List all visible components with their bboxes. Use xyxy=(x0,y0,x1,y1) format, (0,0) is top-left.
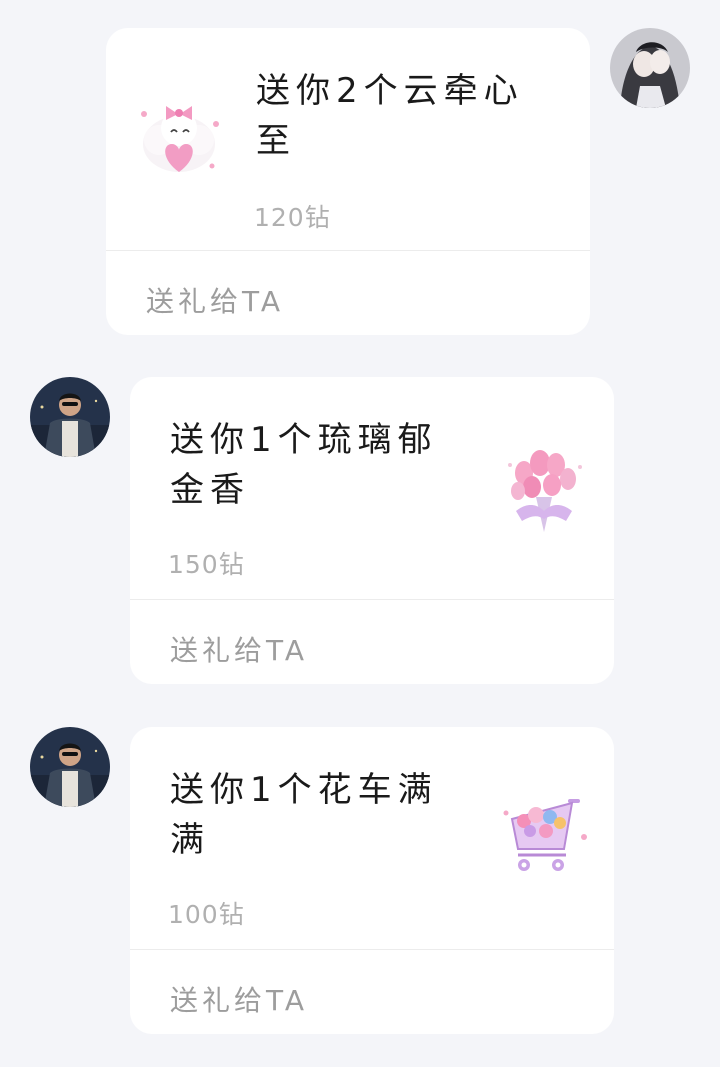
gift-card: 送你1个琉璃郁金香 150钻 送礼给TA xyxy=(130,377,614,684)
gift-title: 送你1个琉璃郁金香 xyxy=(170,420,438,510)
gift-price: 150钻 xyxy=(168,550,245,579)
other-avatar[interactable] xyxy=(30,377,110,457)
gift-title: 送你2个云牵心至 xyxy=(256,71,524,161)
flower-cart-icon xyxy=(496,791,592,891)
divider xyxy=(130,949,614,950)
self-avatar[interactable] xyxy=(610,28,690,108)
send-gift-button[interactable]: 送礼给TA xyxy=(146,280,284,320)
tulip-bouquet-icon xyxy=(496,437,592,541)
gift-price: 120钻 xyxy=(254,203,331,232)
divider xyxy=(130,599,614,600)
send-gift-button[interactable]: 送礼给TA xyxy=(170,979,308,1019)
gift-card: 送你2个云牵心至 120钻 送礼给TA xyxy=(106,28,590,335)
other-avatar[interactable] xyxy=(30,727,110,807)
send-gift-button[interactable]: 送礼给TA xyxy=(170,629,308,669)
gift-title: 送你1个花车满满 xyxy=(170,770,438,860)
gift-card: 送你1个花车满满 100钻 送礼给TA xyxy=(130,727,614,1034)
gift-price: 100钻 xyxy=(168,900,245,929)
heart-cloud-icon xyxy=(134,94,224,188)
divider xyxy=(106,250,590,251)
